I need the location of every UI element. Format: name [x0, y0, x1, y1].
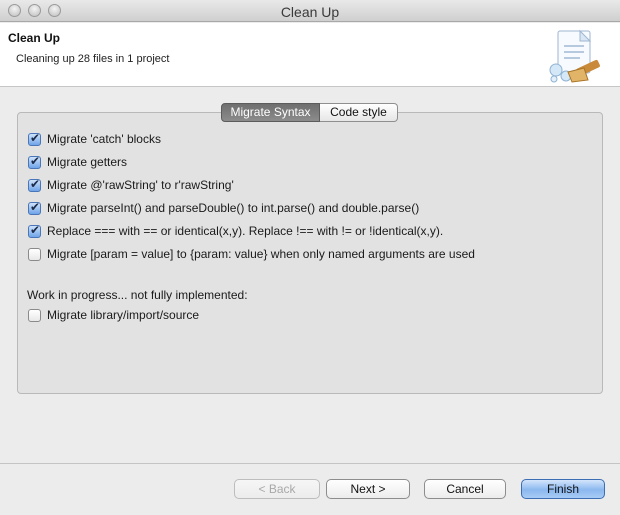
back-button[interactable]: < Back — [234, 479, 320, 499]
clean-up-brush-document-icon — [549, 29, 600, 83]
tab-code-style[interactable]: Code style — [320, 103, 398, 122]
clean-up-dialog: Clean Up Clean Up Cleaning up 28 files i… — [0, 0, 620, 515]
next-button[interactable]: Next > — [326, 479, 410, 499]
option-label: Migrate getters — [47, 155, 128, 169]
option-migrate-parse[interactable]: Migrate parseInt() and parseDouble() to … — [28, 200, 419, 216]
title-bar: Clean Up — [0, 0, 620, 22]
checkbox-checked-icon[interactable] — [28, 131, 41, 146]
cancel-button[interactable]: Cancel — [424, 479, 506, 499]
option-replace-identity-operators[interactable]: Replace === with == or identical(x,y). R… — [28, 223, 443, 239]
work-in-progress-label: Work in progress... not fully implemente… — [27, 288, 248, 302]
option-label: Replace === with == or identical(x,y). R… — [47, 224, 444, 238]
checkbox-checked-icon[interactable] — [28, 223, 41, 238]
checkbox-checked-icon[interactable] — [28, 154, 41, 169]
option-migrate-library-import-source[interactable]: Migrate library/import/source — [28, 307, 199, 323]
wizard-header: Clean Up Cleaning up 28 files in 1 proje… — [0, 23, 620, 87]
tab-bar: Migrate Syntax Code style — [221, 103, 398, 122]
option-label: Migrate 'catch' blocks — [47, 132, 161, 146]
checkbox-unchecked-icon[interactable] — [28, 247, 41, 261]
option-migrate-getters[interactable]: Migrate getters — [28, 154, 127, 170]
option-label: Migrate [param = value] to {param: value… — [47, 247, 475, 261]
page-description: Cleaning up 28 files in 1 project — [16, 53, 170, 65]
checkbox-checked-icon[interactable] — [28, 177, 41, 192]
option-label: Migrate parseInt() and parseDouble() to … — [47, 201, 420, 215]
finish-button[interactable]: Finish — [521, 479, 605, 499]
window-title: Clean Up — [280, 4, 340, 20]
tab-migrate-syntax[interactable]: Migrate Syntax — [221, 103, 320, 122]
checkbox-unchecked-icon[interactable] — [28, 308, 41, 322]
page-title: Clean Up — [8, 31, 61, 45]
option-migrate-named-params[interactable]: Migrate [param = value] to {param: value… — [28, 246, 475, 262]
button-bar-separator — [0, 463, 620, 464]
checkbox-checked-icon[interactable] — [28, 200, 41, 215]
option-migrate-catch-blocks[interactable]: Migrate 'catch' blocks — [28, 131, 161, 147]
option-migrate-raw-string[interactable]: Migrate @'rawString' to r'rawString' — [28, 177, 234, 193]
option-label: Migrate @'rawString' to r'rawString' — [47, 178, 234, 192]
option-label: Migrate library/import/source — [47, 308, 200, 322]
